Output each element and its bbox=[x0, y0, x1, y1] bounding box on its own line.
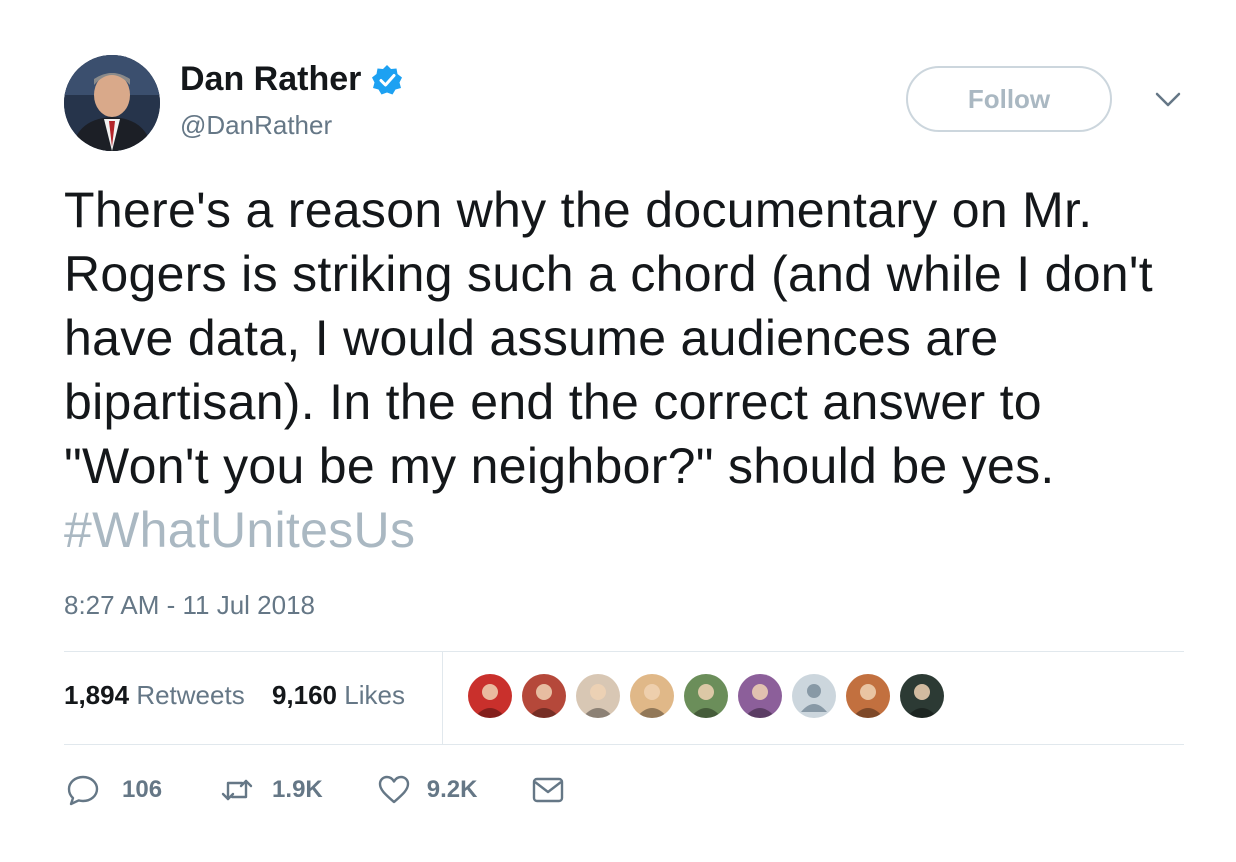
retweets-stat[interactable]: 1,894 Retweets bbox=[64, 680, 245, 710]
divider-top bbox=[64, 651, 1184, 652]
like-count: 9.2K bbox=[426, 776, 478, 803]
display-name[interactable]: Dan Rather bbox=[180, 60, 403, 99]
avatar[interactable] bbox=[64, 55, 160, 151]
liker-avatar[interactable] bbox=[736, 672, 784, 720]
reply-button[interactable]: 106 bbox=[66, 773, 162, 807]
liker-avatar[interactable] bbox=[682, 672, 730, 720]
display-name-text: Dan Rather bbox=[180, 60, 362, 98]
liker-avatar[interactable] bbox=[466, 672, 514, 720]
avatar-image bbox=[64, 55, 160, 151]
reply-count: 106 bbox=[122, 776, 163, 803]
verified-badge-icon bbox=[372, 64, 403, 94]
liker-avatar[interactable] bbox=[790, 672, 838, 720]
user-handle[interactable]: @DanRather bbox=[180, 110, 332, 141]
divider-bottom bbox=[64, 744, 1184, 745]
chevron-down-icon[interactable] bbox=[1154, 88, 1182, 112]
tweet-stats: 1,894 Retweets 9,160 Likes bbox=[64, 680, 425, 711]
retweet-icon bbox=[221, 779, 253, 801]
liker-avatar[interactable] bbox=[628, 672, 676, 720]
tweet-body: There's a reason why the documentary on … bbox=[64, 178, 1174, 562]
reply-icon bbox=[67, 775, 99, 806]
tweet-actions: 106 1.9K 9.2K bbox=[66, 770, 565, 810]
liker-avatar[interactable] bbox=[520, 672, 568, 720]
liker-avatar[interactable] bbox=[898, 672, 946, 720]
stats-divider bbox=[442, 652, 443, 744]
likes-count: 9,160 bbox=[271, 680, 338, 710]
follow-button[interactable]: Follow bbox=[906, 66, 1112, 132]
hashtag-link[interactable]: #WhatUnitesUs bbox=[64, 502, 415, 558]
retweet-button[interactable]: 1.9K bbox=[220, 773, 323, 807]
liker-avatars bbox=[466, 672, 952, 720]
liker-avatar[interactable] bbox=[844, 672, 892, 720]
tweet-timestamp[interactable]: 8:27 AM - 11 Jul 2018 bbox=[64, 590, 315, 621]
likes-stat[interactable]: 9,160 Likes bbox=[272, 680, 405, 710]
envelope-icon bbox=[533, 777, 564, 803]
tweet-text: There's a reason why the documentary on … bbox=[64, 182, 1153, 494]
retweets-label: Retweets bbox=[136, 680, 245, 710]
like-button[interactable]: 9.2K bbox=[377, 773, 478, 807]
likes-label: Likes bbox=[344, 680, 405, 710]
retweet-count: 1.9K bbox=[272, 776, 323, 803]
direct-message-button[interactable] bbox=[531, 773, 565, 807]
retweets-count: 1,894 bbox=[64, 680, 130, 710]
liker-avatar[interactable] bbox=[574, 672, 622, 720]
heart-icon bbox=[378, 775, 409, 804]
